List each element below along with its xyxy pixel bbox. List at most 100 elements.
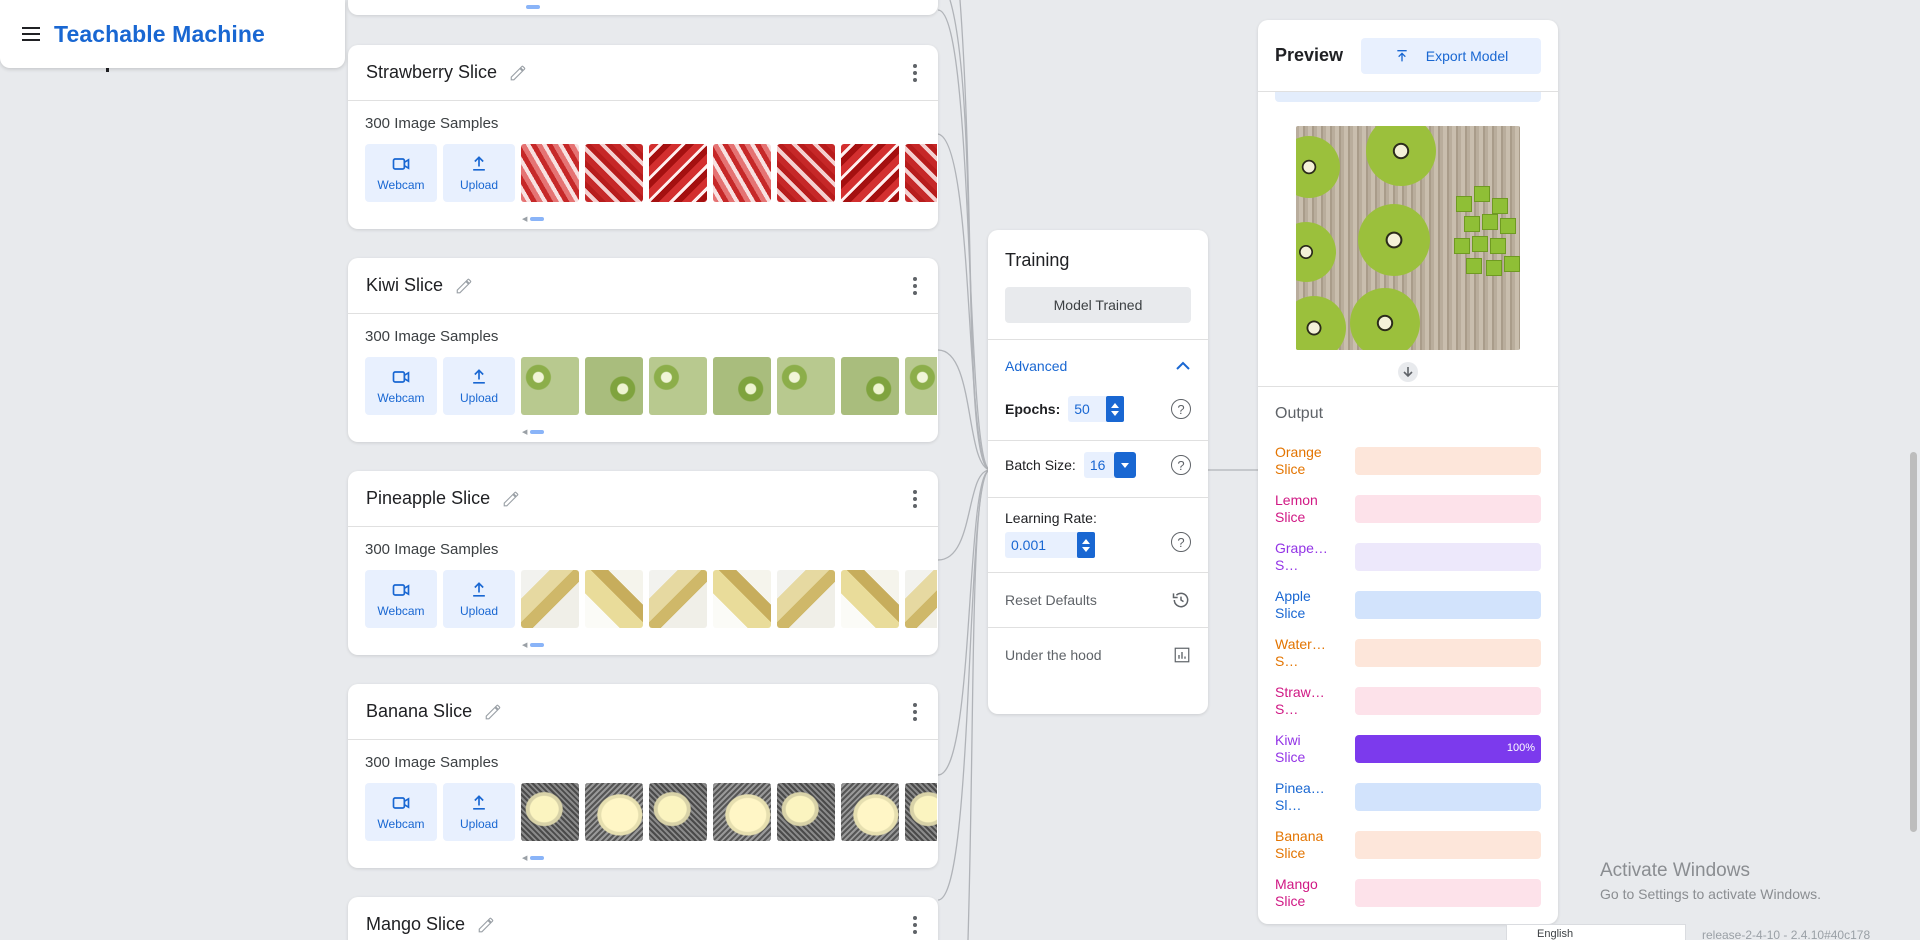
sample-thumbnail[interactable]	[649, 570, 707, 628]
sample-thumbnail[interactable]	[905, 783, 937, 841]
epochs-stepper[interactable]: 50	[1068, 396, 1125, 422]
more-options-icon[interactable]	[910, 702, 920, 721]
sample-thumbnail[interactable]	[713, 357, 771, 415]
sample-thumbnail[interactable]	[521, 144, 579, 202]
sample-thumbnail[interactable]	[585, 783, 643, 841]
dropdown-arrow-icon[interactable]	[1113, 452, 1136, 478]
webcam-button[interactable]: Webcam	[365, 783, 437, 841]
sample-thumbnail[interactable]	[649, 783, 707, 841]
sample-thumbnail[interactable]	[585, 144, 643, 202]
sample-thumbnail[interactable]	[521, 570, 579, 628]
scroll-left-icon[interactable]: ◀	[522, 854, 527, 862]
stepper-arrows-icon[interactable]	[1106, 396, 1125, 422]
advanced-toggle[interactable]: Advanced	[988, 340, 1208, 392]
upload-icon	[473, 795, 485, 810]
app-title[interactable]: Teachable Machine	[54, 21, 265, 48]
menu-icon[interactable]	[22, 27, 42, 41]
sample-thumbnail[interactable]	[841, 144, 899, 202]
more-options-icon[interactable]	[910, 915, 920, 934]
sample-scrollbar[interactable]	[530, 856, 544, 860]
arrow-down-circle-icon[interactable]	[1398, 362, 1418, 382]
webcam-button[interactable]: Webcam	[365, 570, 437, 628]
batch-size-select[interactable]: 16	[1083, 452, 1136, 478]
confidence-bar	[1355, 639, 1541, 667]
edit-pencil-icon[interactable]	[477, 916, 495, 934]
more-options-icon[interactable]	[910, 276, 920, 295]
output-class-label: Orange Slice	[1275, 444, 1322, 477]
scroll-left-icon[interactable]: ◀	[522, 215, 527, 223]
upload-button[interactable]: Upload	[443, 570, 515, 628]
output-row: Banana Slice	[1275, 821, 1541, 869]
scroll-left-icon[interactable]: ◀	[522, 428, 527, 436]
output-row: Grape… S…	[1275, 533, 1541, 581]
sample-thumbnail[interactable]	[713, 144, 771, 202]
more-options-icon[interactable]	[910, 489, 920, 508]
train-model-button[interactable]: Model Trained	[1005, 287, 1191, 323]
class-name[interactable]: Kiwi Slice	[366, 275, 443, 296]
output-row: Apple Slice	[1275, 581, 1541, 629]
sample-thumbnail[interactable]	[649, 357, 707, 415]
class-card-mango: Mango Slice	[348, 897, 938, 940]
sample-thumbnail[interactable]	[905, 357, 937, 415]
video-camera-icon	[392, 584, 410, 596]
class-name[interactable]: Mango Slice	[366, 914, 465, 935]
more-options-icon[interactable]	[910, 63, 920, 82]
class-card-strawberry: Strawberry Slice 300 Image Samples Webca…	[348, 45, 938, 229]
upload-icon	[473, 156, 485, 171]
edit-pencil-icon[interactable]	[509, 64, 527, 82]
webcam-button[interactable]: Webcam	[365, 357, 437, 415]
preview-input-strip	[1275, 92, 1541, 102]
video-camera-icon	[392, 158, 410, 170]
sample-thumbnail[interactable]	[521, 357, 579, 415]
export-model-button[interactable]: Export Model	[1361, 37, 1541, 74]
sample-thumbnail[interactable]	[905, 144, 937, 202]
upload-button[interactable]: Upload	[443, 783, 515, 841]
sample-thumbnail[interactable]	[777, 783, 835, 841]
sample-thumbnail[interactable]	[841, 783, 899, 841]
sample-thumbnail[interactable]	[777, 144, 835, 202]
class-name[interactable]: Banana Slice	[366, 701, 472, 722]
output-class-label: Apple Slice	[1275, 588, 1311, 621]
reset-defaults-button[interactable]: Reset Defaults	[988, 573, 1208, 627]
upload-button[interactable]: Upload	[443, 357, 515, 415]
sample-thumbnail[interactable]	[585, 357, 643, 415]
sample-scrollbar[interactable]	[530, 430, 544, 434]
webcam-button[interactable]: Webcam	[365, 144, 437, 202]
sample-thumbnail[interactable]	[841, 570, 899, 628]
edit-pencil-icon[interactable]	[455, 277, 473, 295]
output-row: Water… S…	[1275, 629, 1541, 677]
sample-thumbnail[interactable]	[585, 570, 643, 628]
edit-pencil-icon[interactable]	[502, 490, 520, 508]
sample-thumbnail[interactable]	[521, 783, 579, 841]
language-select[interactable]: English	[1506, 924, 1686, 940]
chevron-up-icon	[1176, 361, 1190, 370]
sample-thumbnail[interactable]	[905, 570, 937, 628]
help-icon[interactable]: ?	[1171, 532, 1191, 552]
under-the-hood-button[interactable]: Under the hood	[988, 628, 1208, 682]
edit-pencil-icon[interactable]	[484, 703, 502, 721]
confidence-bar	[1355, 543, 1541, 571]
sample-thumbnail[interactable]	[841, 357, 899, 415]
class-name[interactable]: Strawberry Slice	[366, 62, 497, 83]
sample-thumbnail[interactable]	[713, 570, 771, 628]
sample-thumbnail[interactable]	[713, 783, 771, 841]
page-scrollbar[interactable]	[1910, 452, 1917, 832]
upload-button[interactable]: Upload	[443, 144, 515, 202]
sample-thumbnail[interactable]	[777, 570, 835, 628]
output-list: Orange Slice Lemon Slice Grape… S… Apple Sl…	[1258, 423, 1558, 917]
stepper-arrows-icon[interactable]	[1077, 532, 1095, 558]
help-icon[interactable]: ?	[1171, 455, 1191, 475]
help-icon[interactable]: ?	[1171, 399, 1191, 419]
sample-scrollbar[interactable]	[526, 5, 540, 9]
sample-scrollbar[interactable]	[530, 643, 544, 647]
sample-thumbnail[interactable]	[649, 144, 707, 202]
sample-scrollbar[interactable]	[530, 217, 544, 221]
sample-thumbnail[interactable]	[777, 357, 835, 415]
bar-chart-icon	[1174, 647, 1190, 663]
training-title: Training	[1005, 250, 1070, 270]
scroll-left-icon[interactable]: ◀	[522, 641, 527, 649]
output-row: Orange Slice	[1275, 437, 1541, 485]
confidence-bar	[1355, 591, 1541, 619]
learning-rate-stepper[interactable]: 0.001	[1005, 532, 1095, 558]
class-name[interactable]: Pineapple Slice	[366, 488, 490, 509]
